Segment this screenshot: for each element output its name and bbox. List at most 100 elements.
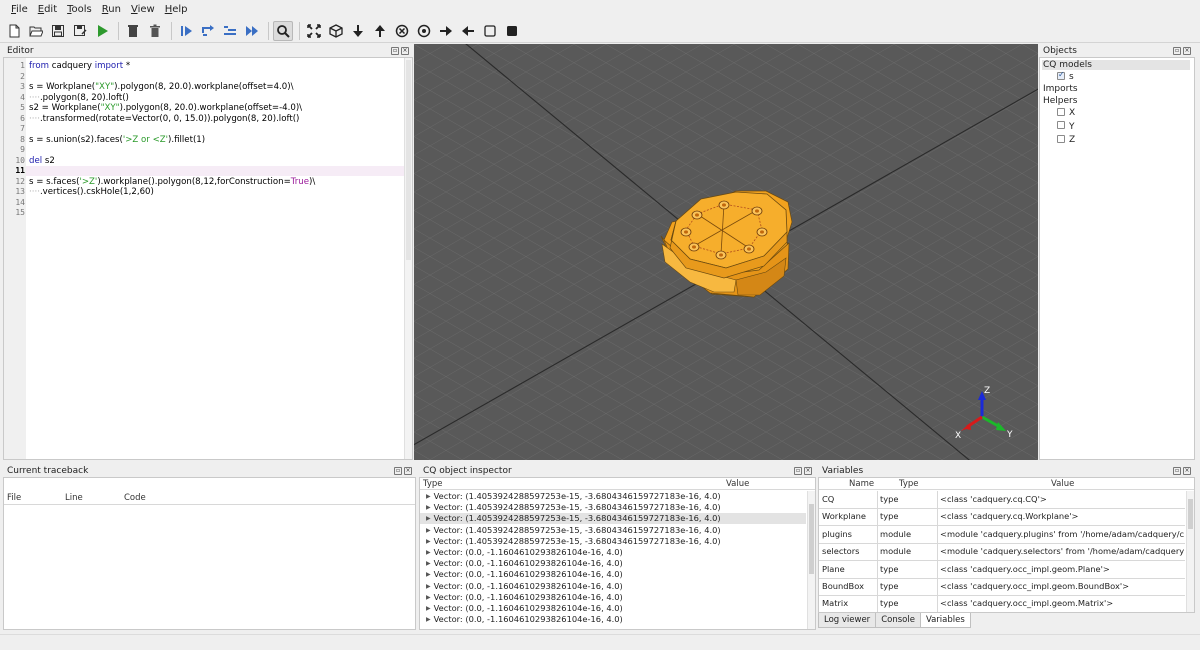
tab-console[interactable]: Console [875, 613, 921, 628]
variables-cell-value[interactable]: <class 'cadquery.occ_impl.geom.BoundBox'… [938, 578, 1184, 595]
tree-item-x[interactable]: X [1057, 107, 1075, 118]
expand-arrow-icon[interactable]: ▶ [426, 536, 431, 547]
close-icon[interactable]: × [404, 466, 412, 475]
close-icon[interactable]: × [1183, 466, 1191, 475]
variables-cell-value[interactable]: <class 'cadquery.cq.CQ'> [938, 491, 1184, 508]
expand-arrow-icon[interactable]: ▶ [426, 581, 431, 592]
float-icon[interactable]: ▫ [1173, 46, 1181, 55]
iso-view-button[interactable] [326, 21, 346, 41]
3d-viewport[interactable]: Z Y X [414, 44, 1038, 460]
variables-cell-value[interactable]: <class 'cadquery.occ_impl.geom.Plane'> [938, 561, 1184, 578]
inspector-row[interactable]: ▶ Vector: (0.0, -1.1604610293826104e-16, … [420, 558, 806, 569]
variables-cell-type[interactable]: type [878, 491, 936, 508]
inspector-row[interactable]: ▶ Vector: (0.0, -1.1604610293826104e-16, … [420, 603, 806, 614]
code-editor[interactable]: 1 2 3 4 5 6 7 8 9 10 11 12 13 14 15 from cadquery impo… [3, 57, 413, 460]
inspector-row[interactable]: ▶ Vector: (0.0, -1.1604610293826104e-16, … [420, 614, 806, 625]
variables-cell-type[interactable]: module [878, 543, 936, 560]
inspector-row[interactable]: ▶ Vector: (0.0, -1.1604610293826104e-16, … [420, 547, 806, 558]
wireframe-button[interactable] [480, 21, 500, 41]
tree-item-z[interactable]: Z [1057, 134, 1075, 145]
inspect-button[interactable] [273, 20, 293, 41]
close-icon[interactable]: × [804, 466, 812, 475]
menu-edit[interactable]: Edit [33, 4, 62, 15]
scrollbar-thumb[interactable] [1188, 499, 1193, 529]
column-header-type[interactable]: Type [899, 479, 919, 489]
close-icon[interactable]: × [401, 46, 409, 55]
new-file-button[interactable] [4, 21, 24, 41]
column-header-type[interactable]: Type [423, 479, 443, 489]
viewport-canvas[interactable]: Z Y X [414, 44, 1038, 460]
bottom-view-button[interactable] [370, 21, 390, 41]
tree-section-cq-models[interactable]: CQ models [1042, 60, 1190, 70]
back-view-button[interactable] [414, 21, 434, 41]
variables-cell-type[interactable]: module [878, 526, 936, 543]
menu-view[interactable]: View [126, 4, 160, 15]
visibility-checkbox[interactable] [1057, 107, 1065, 116]
delete-button[interactable] [145, 21, 165, 41]
expand-arrow-icon[interactable]: ▶ [426, 513, 431, 524]
objects-tree[interactable]: CQ models s Imports Helpers XYZ [1039, 57, 1195, 460]
inspector-row[interactable]: ▶ Vector: (1.4053924288597253e-15, -3.680… [420, 502, 806, 513]
variables-cell-type[interactable]: type [878, 595, 936, 612]
inspector-scrollbar[interactable] [807, 491, 815, 629]
inspector-row[interactable]: ▶ Vector: (0.0, -1.1604610293826104e-16, … [420, 569, 806, 580]
variables-cell-name[interactable]: CQ [820, 491, 876, 508]
expand-arrow-icon[interactable]: ▶ [426, 569, 431, 580]
continue-button[interactable] [242, 21, 262, 41]
inspector-row[interactable]: ▶ Vector: (0.0, -1.1604610293826104e-16, … [420, 581, 806, 592]
variables-cell-value[interactable]: <class 'cadquery.occ_impl.geom.Matrix'> [938, 595, 1184, 612]
expand-arrow-icon[interactable]: ▶ [426, 525, 431, 536]
tab-log-viewer[interactable]: Log viewer [818, 613, 877, 628]
variables-cell-value[interactable]: <class 'cadquery.cq.Workplane'> [938, 508, 1184, 525]
column-header-code[interactable]: Code [124, 493, 146, 503]
column-header-name[interactable]: Name [849, 479, 874, 489]
clear-button[interactable] [123, 21, 143, 41]
expand-arrow-icon[interactable]: ▶ [426, 491, 431, 502]
variables-cell-value[interactable]: <module 'cadquery.selectors' from '/home… [938, 543, 1184, 560]
column-header-value[interactable]: Value [726, 479, 749, 489]
tree-section-imports[interactable]: Imports [1043, 84, 1078, 94]
visibility-checkbox[interactable] [1057, 134, 1065, 143]
step-over-button[interactable] [198, 21, 218, 41]
expand-arrow-icon[interactable]: ▶ [426, 547, 431, 558]
inspector-tree[interactable]: Type Value ▶ Vector: (1.4053924288597253e… [419, 477, 816, 630]
variables-cell-name[interactable]: selectors [820, 543, 876, 560]
fit-view-button[interactable] [304, 21, 324, 41]
variables-cell-type[interactable]: type [878, 508, 936, 525]
inspector-row[interactable]: ▶ Vector: (1.4053924288597253e-15, -3.680… [420, 525, 806, 536]
column-header-line[interactable]: Line [65, 493, 83, 503]
editor-scrollbar[interactable] [404, 58, 412, 459]
inspector-row[interactable]: ▶ Vector: (1.4053924288597253e-15, -3.680… [420, 513, 806, 525]
traceback-table[interactable]: File Line Code [3, 477, 416, 630]
float-icon[interactable]: ▫ [391, 46, 399, 55]
variables-cell-value[interactable]: <module 'cadquery.plugins' from '/home/a… [938, 526, 1184, 543]
save-button[interactable] [48, 21, 68, 41]
expand-arrow-icon[interactable]: ▶ [426, 592, 431, 603]
expand-arrow-icon[interactable]: ▶ [426, 502, 431, 513]
step-in-button[interactable] [220, 21, 240, 41]
tree-section-helpers[interactable]: Helpers [1043, 96, 1077, 106]
tree-item-s[interactable]: s [1057, 70, 1074, 82]
menu-run[interactable]: Run [97, 4, 126, 15]
front-view-button[interactable] [392, 21, 412, 41]
variables-cell-name[interactable]: Workplane [820, 508, 876, 525]
variables-cell-name[interactable]: Matrix [820, 595, 876, 612]
variables-cell-name[interactable]: BoundBox [820, 578, 876, 595]
inspector-row[interactable]: ▶ Vector: (0.0, -1.1604610293826104e-16, … [420, 592, 806, 603]
debug-button[interactable] [176, 21, 196, 41]
expand-arrow-icon[interactable]: ▶ [426, 614, 431, 625]
tab-variables[interactable]: Variables [919, 613, 971, 628]
column-header-file[interactable]: File [7, 493, 21, 503]
left-view-button[interactable] [458, 21, 478, 41]
variables-cell-name[interactable]: Plane [820, 561, 876, 578]
column-header-value[interactable]: Value [1051, 479, 1074, 489]
scrollbar-thumb[interactable] [406, 60, 411, 260]
variables-cell-name[interactable]: plugins [820, 526, 876, 543]
variables-scrollbar[interactable] [1186, 491, 1194, 612]
visibility-checkbox[interactable] [1057, 70, 1065, 80]
save-as-button[interactable] [70, 21, 90, 41]
run-button[interactable] [92, 21, 112, 41]
menu-file[interactable]: File [6, 4, 33, 15]
right-view-button[interactable] [436, 21, 456, 41]
float-icon[interactable]: ▫ [794, 466, 802, 475]
